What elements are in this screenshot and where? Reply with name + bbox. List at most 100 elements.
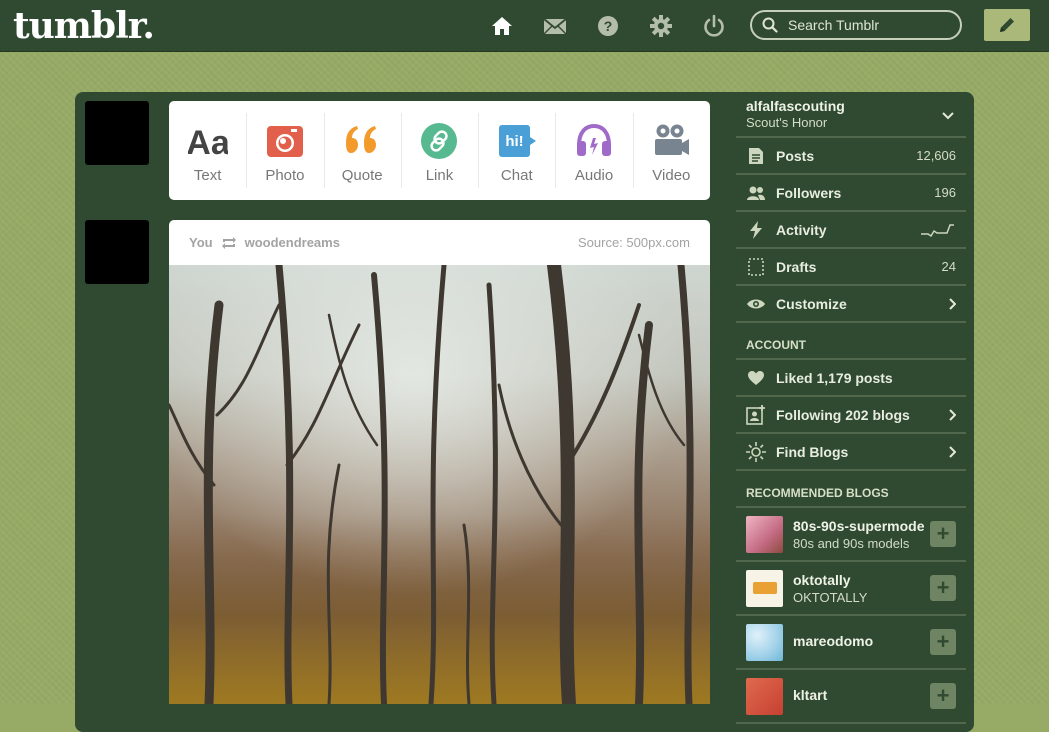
svg-text:hi!: hi! (505, 133, 523, 150)
post-type-photo[interactable]: Photo (246, 101, 323, 200)
follow-button[interactable]: + (930, 521, 956, 547)
drafts-icon (748, 257, 764, 276)
drafts-count: 24 (941, 259, 956, 274)
post-source[interactable]: Source: 500px.com (578, 235, 690, 250)
post-type-bar: Aa Text Photo Quote Link hi! Chat Audio … (169, 101, 710, 200)
post-avatar[interactable] (85, 220, 149, 284)
settings-icon[interactable] (648, 13, 674, 39)
sidebar-item-label: Posts (776, 147, 815, 164)
svg-text:?: ? (604, 18, 613, 34)
recommended-blog[interactable]: mareodomo + (736, 616, 966, 670)
sidebar-item-label: Activity (776, 221, 827, 238)
account-header: ACCOUNT (736, 323, 966, 360)
post-type-link[interactable]: Link (400, 101, 478, 200)
sidebar-item-posts[interactable]: Posts 12,606 (736, 138, 966, 175)
posts-icon (749, 147, 763, 164)
blog-thumbnail (746, 515, 783, 553)
post-type-label: Text (193, 167, 222, 184)
follow-button[interactable]: + (930, 575, 956, 601)
recommended-blog-name: mareodomo (793, 633, 874, 649)
post-header: You woodendreams Source: 500px.com (169, 220, 710, 265)
follow-button[interactable]: + (930, 683, 956, 709)
search-input[interactable] (786, 16, 960, 34)
recommended-blog-desc: 80s and 90s models (793, 535, 910, 551)
svg-text:Aa: Aa (188, 124, 228, 161)
forest-photo (169, 265, 710, 704)
blog-name: alfalfascouting (746, 98, 845, 114)
video-camera-icon (655, 124, 690, 155)
followers-count: 196 (934, 185, 956, 200)
recommended-blog-desc: OKTOTALLY (793, 589, 868, 605)
text-icon: Aa (188, 124, 228, 161)
sidebar-item-label: Followers (776, 184, 842, 201)
avatar[interactable] (85, 101, 149, 165)
follow-button[interactable]: + (930, 629, 956, 655)
messages-icon[interactable] (542, 13, 568, 39)
post-type-audio[interactable]: Audio (555, 101, 632, 200)
activity-icon (750, 220, 762, 239)
pencil-icon (1000, 18, 1014, 32)
chat-icon: hi! (498, 125, 536, 157)
recommended-blog-name: 80s-90s-supermode (793, 517, 925, 534)
chevron-down-icon (942, 112, 954, 120)
top-bar: tumblr. ? (0, 0, 1049, 52)
blog-thumbnail (746, 623, 783, 661)
sidebar-item-followers[interactable]: Followers 196 (736, 175, 966, 212)
following-icon (746, 404, 765, 425)
camera-icon (266, 126, 303, 157)
activity-sparkline (921, 223, 954, 237)
compose-button[interactable] (984, 9, 1030, 41)
post-type-video[interactable]: Video (632, 101, 710, 200)
headphones-icon (577, 123, 612, 156)
post-type-label: Quote (341, 167, 383, 184)
recommended-blog-name: oktotally (793, 571, 851, 588)
recommended-header: RECOMMENDED BLOGS (736, 471, 966, 508)
quote-icon (346, 126, 377, 153)
chevron-right-icon (949, 408, 956, 421)
sidebar-item-customize[interactable]: Customize (736, 286, 966, 323)
reblog-icon (221, 236, 236, 249)
sidebar-item-label: Find Blogs (776, 443, 849, 460)
sidebar-item-label: Liked 1,179 posts (776, 369, 893, 386)
search-box[interactable] (750, 10, 962, 40)
recommended-blog[interactable]: 80s-90s-supermode 80s and 90s models + (736, 508, 966, 562)
post-photo[interactable] (169, 265, 710, 704)
post-type-label: Photo (265, 167, 305, 184)
home-icon[interactable] (489, 13, 515, 39)
sidebar-item-following[interactable]: Following 202 blogs (736, 397, 966, 434)
blog-title: Scout's Honor (746, 115, 828, 130)
tumblr-logo[interactable]: tumblr. (13, 5, 155, 47)
sidebar-item-label: Drafts (776, 258, 817, 275)
heart-icon (748, 370, 764, 385)
post-author[interactable]: You (189, 235, 213, 250)
link-icon (421, 123, 458, 159)
sidebar-item-likes[interactable]: Liked 1,179 posts (736, 360, 966, 397)
recommended-blog-name: kltart (793, 687, 828, 703)
chevron-right-icon (949, 445, 956, 458)
post-type-label: Video (652, 167, 691, 184)
sidebar-item-find-blogs[interactable]: Find Blogs (736, 434, 966, 471)
recommended-blog[interactable]: oktotally OKTOTALLY + (736, 562, 966, 616)
post-type-quote[interactable]: Quote (323, 101, 401, 200)
sidebar-item-drafts[interactable]: Drafts 24 (736, 249, 966, 286)
posts-count: 12,606 (916, 148, 956, 163)
post-type-chat[interactable]: hi! Chat (478, 101, 555, 200)
sidebar-item-activity[interactable]: Activity (736, 212, 966, 249)
post-type-label: Chat (500, 167, 533, 184)
blog-switcher[interactable]: alfalfascouting Scout's Honor (736, 92, 966, 138)
post-type-label: Link (425, 167, 454, 184)
sidebar-item-label: Following 202 blogs (776, 406, 910, 423)
eye-icon (747, 299, 765, 308)
reblogged-from[interactable]: woodendreams (245, 235, 340, 250)
recommended-blog[interactable]: kltart + (736, 670, 966, 724)
sidebar-item-label: Customize (776, 295, 847, 312)
followers-icon (747, 186, 765, 200)
post-type-label: Audio (574, 167, 614, 184)
logout-icon[interactable] (701, 13, 727, 39)
search-icon (762, 17, 778, 33)
blog-thumbnail (746, 569, 783, 607)
find-blogs-icon (746, 441, 766, 462)
post-type-text[interactable]: Aa Text (169, 101, 246, 200)
chevron-right-icon (949, 297, 956, 310)
help-icon[interactable]: ? (595, 13, 621, 39)
